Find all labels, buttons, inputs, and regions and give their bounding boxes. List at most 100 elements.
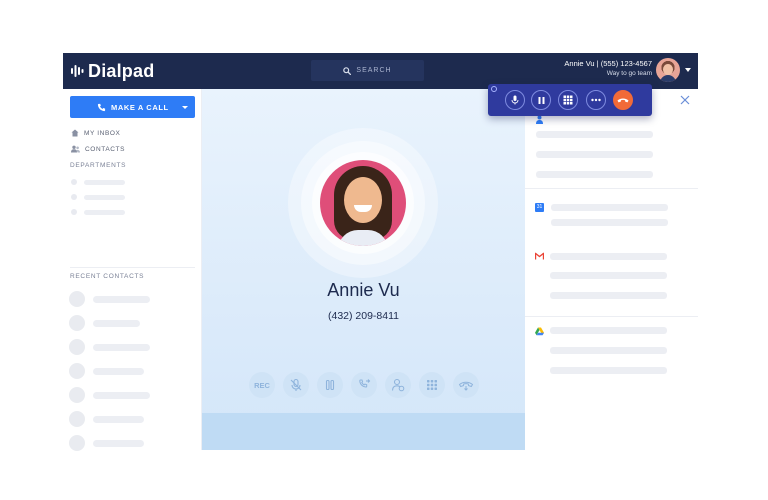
integrations-panel: 31 (525, 89, 698, 450)
file-placeholder (550, 347, 667, 354)
keypad-button[interactable] (419, 372, 445, 398)
widget-end-call-button[interactable] (613, 90, 633, 110)
department-dot (71, 209, 77, 215)
transfer-icon (359, 379, 371, 388)
list-item[interactable] (69, 435, 144, 451)
floating-call-widget[interactable] (488, 84, 652, 116)
widget-mute-button[interactable] (505, 90, 525, 110)
sidebar: MAKE A CALL MY INBOX CONTACTS DEPARTMENT… (63, 89, 202, 451)
email-placeholder (550, 292, 667, 299)
department-placeholder (84, 209, 125, 215)
record-label: REC (254, 380, 270, 390)
app-name: Dialpad (88, 60, 155, 81)
keypad-icon (427, 380, 437, 390)
record-button[interactable]: REC (249, 372, 275, 398)
transfer-button[interactable] (351, 372, 377, 398)
list-item[interactable] (69, 387, 150, 403)
caller-photo (320, 160, 406, 246)
department-item[interactable] (71, 194, 125, 200)
contact-name-placeholder (93, 415, 144, 423)
hangup-icon (617, 97, 629, 102)
contact-avatar (69, 291, 85, 307)
list-item[interactable] (69, 291, 150, 307)
microphone-icon (511, 95, 519, 105)
email-placeholder (550, 253, 667, 260)
search-box[interactable]: SEARCH (311, 60, 424, 81)
list-item[interactable] (69, 315, 140, 331)
dialpad-logo[interactable]: Dialpad (71, 61, 154, 81)
detail-placeholder (536, 131, 653, 138)
calendar-icon: 31 (535, 203, 544, 212)
widget-settings-icon[interactable] (491, 86, 497, 92)
hangup-button[interactable] (453, 372, 479, 398)
departments-heading: DEPARTMENTS (70, 162, 127, 169)
department-dot (71, 179, 77, 185)
widget-more-button[interactable] (586, 90, 606, 110)
call-controls: REC (249, 372, 487, 398)
add-person-icon (391, 378, 405, 392)
mute-button[interactable] (283, 372, 309, 398)
contact-name-placeholder (93, 319, 140, 327)
department-item[interactable] (71, 209, 125, 215)
call-panel-footer (202, 413, 525, 450)
more-icon (591, 98, 601, 102)
caller-number: (432) 209-8411 (327, 310, 400, 322)
contact-avatar (69, 387, 85, 403)
chevron-down-icon[interactable] (685, 68, 691, 72)
avatar-body (660, 75, 676, 82)
contact-name-placeholder (93, 391, 150, 399)
active-call-panel: Annie Vu (432) 209-8411 REC (202, 89, 525, 450)
hangup-icon (458, 381, 474, 391)
add-caller-button[interactable] (385, 372, 411, 398)
file-placeholder (550, 327, 667, 334)
person-icon (536, 115, 543, 124)
sidebar-item-contacts[interactable]: CONTACTS (71, 144, 125, 154)
department-item[interactable] (71, 179, 125, 185)
department-placeholder (84, 179, 125, 185)
chevron-down-icon[interactable] (182, 106, 188, 109)
event-placeholder (551, 219, 668, 226)
sidebar-item-label: MY INBOX (84, 129, 121, 137)
contact-avatar (69, 411, 85, 427)
make-call-label: MAKE A CALL (111, 102, 169, 112)
contacts-icon (71, 145, 80, 153)
detail-placeholder (536, 171, 653, 178)
list-item[interactable] (69, 363, 144, 379)
phone-icon (97, 103, 106, 111)
dialpad-waveform-icon (71, 65, 84, 77)
user-team: Way to go team (606, 70, 652, 77)
keypad-icon (563, 95, 573, 105)
gmail-icon (535, 252, 544, 260)
department-placeholder (84, 194, 125, 200)
user-info[interactable]: Annie Vu | (555) 123-4567 Way to go team (564, 59, 652, 79)
search-icon (343, 66, 352, 75)
google-drive-icon (535, 327, 544, 336)
contact-name-placeholder (93, 343, 150, 351)
event-placeholder (551, 204, 668, 211)
department-dot (71, 194, 77, 200)
widget-keypad-button[interactable] (558, 90, 578, 110)
sidebar-item-label: CONTACTS (85, 145, 126, 153)
pause-icon (538, 96, 544, 104)
pause-icon (325, 379, 335, 391)
sidebar-item-my-inbox[interactable]: MY INBOX (71, 128, 120, 138)
make-call-button[interactable]: MAKE A CALL (70, 96, 195, 118)
contact-name-placeholder (93, 367, 144, 375)
contact-avatar (69, 363, 85, 379)
list-item[interactable] (69, 411, 144, 427)
search-label: SEARCH (356, 67, 392, 74)
widget-hold-button[interactable] (531, 90, 551, 110)
avatar[interactable] (656, 58, 680, 82)
caller-photo-face (344, 177, 382, 223)
email-placeholder (550, 272, 667, 279)
contact-avatar (69, 315, 85, 331)
contact-name-placeholder (93, 439, 144, 447)
contact-avatar (69, 339, 85, 355)
microphone-off-icon (290, 378, 302, 391)
divider (70, 267, 195, 268)
home-icon (71, 129, 79, 137)
avatar-face (663, 64, 673, 75)
contact-avatar (69, 435, 85, 451)
list-item[interactable] (69, 339, 150, 355)
hold-button[interactable] (317, 372, 343, 398)
